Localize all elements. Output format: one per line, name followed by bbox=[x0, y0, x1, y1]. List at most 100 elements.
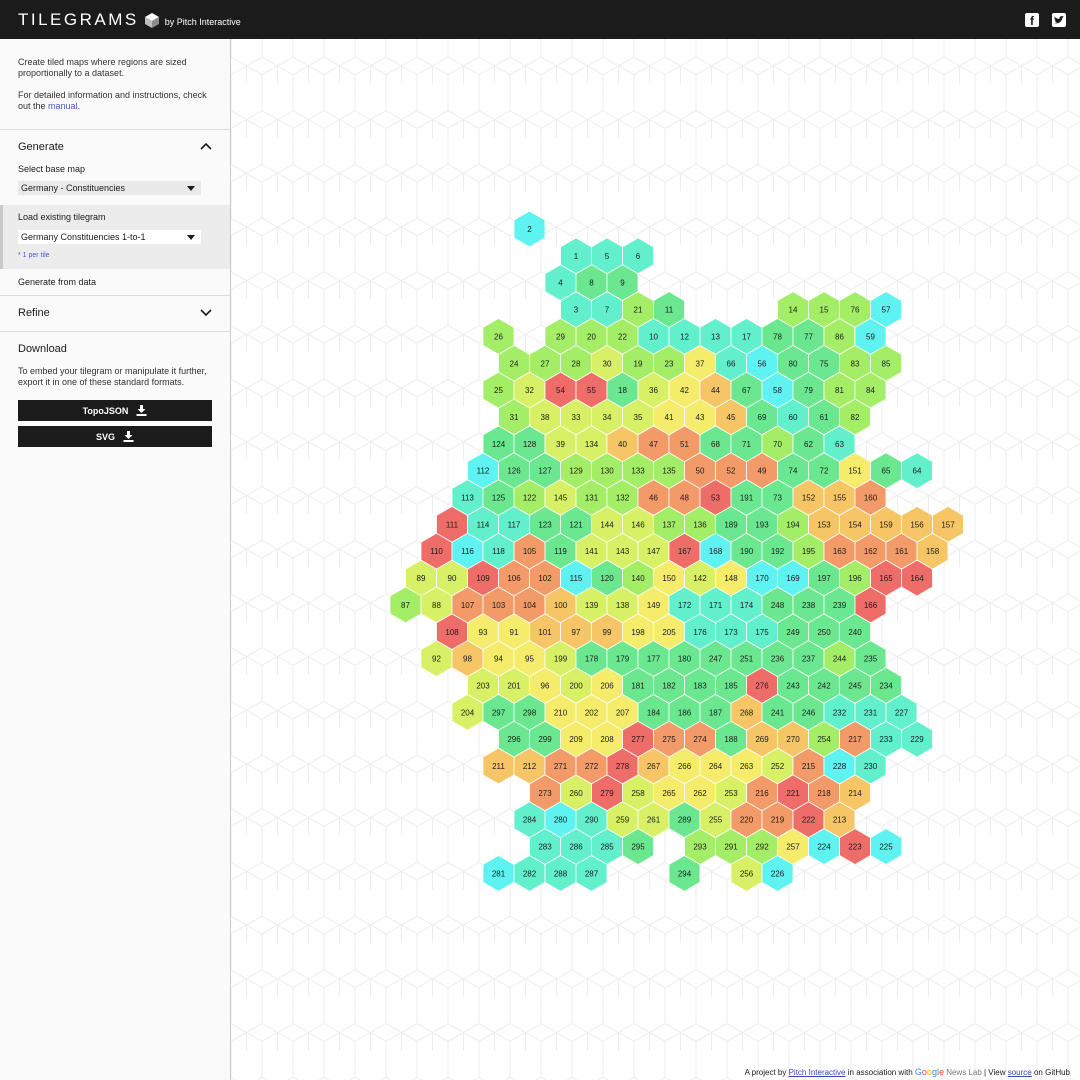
map-canvas[interactable]: 2 1 5 6 4 8 9 3 7 21 11 14 15 76 57 26 29 20 22 10 12 13 17 78 7… bbox=[231, 39, 1080, 1080]
tilegram-map[interactable]: 21 5 64 8 93 7 21 11 14 15 76 5726 29 20 22 10 12 13 17 78 7… bbox=[231, 39, 1080, 1080]
hex-label: 229 bbox=[910, 735, 924, 744]
hex-label: 142 bbox=[693, 574, 707, 583]
hex-label: 60 bbox=[789, 413, 798, 422]
facebook-icon[interactable]: f bbox=[1025, 13, 1039, 27]
hex-label: 5 bbox=[605, 252, 610, 261]
hex-label: 224 bbox=[817, 843, 831, 852]
hex-label: 267 bbox=[647, 762, 661, 771]
hex-label: 78 bbox=[773, 332, 782, 341]
hex-label: 287 bbox=[585, 869, 599, 878]
hex-label: 242 bbox=[817, 681, 831, 690]
hex-label: 131 bbox=[585, 494, 599, 503]
hex-label: 182 bbox=[662, 681, 676, 690]
hex-label: 275 bbox=[662, 735, 676, 744]
google-logo: Google bbox=[914, 1067, 944, 1077]
hex-label: 54 bbox=[556, 386, 565, 395]
hex-label: 73 bbox=[773, 494, 782, 503]
generate-section-title[interactable]: Generate bbox=[18, 141, 64, 153]
hex-label: 201 bbox=[507, 681, 521, 690]
hex-label: 27 bbox=[541, 359, 550, 368]
hex-label: 257 bbox=[786, 843, 800, 852]
hex-label: 15 bbox=[820, 306, 829, 315]
hex-label: 208 bbox=[600, 735, 614, 744]
topojson-download-button[interactable]: TopoJSON bbox=[18, 400, 212, 421]
base-map-select[interactable]: Germany - Constituencies bbox=[18, 181, 201, 195]
chevron-up-icon[interactable] bbox=[200, 142, 212, 150]
load-tilegram-label: Load existing tilegram bbox=[18, 212, 106, 222]
hex-label: 238 bbox=[802, 601, 816, 610]
hex-label: 157 bbox=[941, 520, 955, 529]
hex-label: 150 bbox=[662, 574, 676, 583]
hex-label: 246 bbox=[802, 708, 816, 717]
generate-from-data-option[interactable]: Generate from data bbox=[18, 277, 96, 287]
svg-download-button[interactable]: SVG bbox=[18, 426, 212, 447]
hex-label: 43 bbox=[696, 413, 705, 422]
hex-label: 170 bbox=[755, 574, 769, 583]
load-tilegram-select[interactable]: Germany Constituencies 1-to-1 bbox=[18, 230, 201, 244]
hex-label: 284 bbox=[523, 816, 537, 825]
chevron-down-icon[interactable] bbox=[200, 309, 212, 317]
manual-link[interactable]: manual bbox=[48, 101, 78, 111]
hex-label: 215 bbox=[802, 762, 816, 771]
hex-label: 196 bbox=[848, 574, 862, 583]
download-icon bbox=[136, 405, 147, 416]
hex-label: 11 bbox=[665, 306, 674, 315]
hex-label: 111 bbox=[446, 520, 459, 529]
hex-label: 280 bbox=[554, 816, 568, 825]
hex-label: 136 bbox=[693, 520, 707, 529]
hex-label: 232 bbox=[833, 708, 847, 717]
hex-label: 247 bbox=[709, 655, 723, 664]
logo[interactable]: TILEGRAMS by Pitch Interactive bbox=[18, 10, 241, 30]
hex-label: 259 bbox=[616, 816, 630, 825]
hex-label: 166 bbox=[864, 601, 878, 610]
hex-label: 89 bbox=[417, 574, 426, 583]
hex-label: 278 bbox=[616, 762, 630, 771]
hex-label: 96 bbox=[541, 681, 550, 690]
hex-label: 114 bbox=[477, 520, 490, 529]
hex-label: 72 bbox=[820, 467, 829, 476]
hex-label: 121 bbox=[569, 520, 583, 529]
hex-label: 4 bbox=[558, 279, 563, 288]
hex-label: 36 bbox=[649, 386, 658, 395]
twitter-icon[interactable] bbox=[1052, 13, 1066, 27]
pitch-interactive-link[interactable]: Pitch Interactive bbox=[789, 1068, 846, 1077]
hex-label: 74 bbox=[789, 467, 798, 476]
hex-label: 299 bbox=[538, 735, 552, 744]
hex-label: 108 bbox=[445, 628, 459, 637]
source-link[interactable]: source bbox=[1008, 1068, 1032, 1077]
hex-label: 110 bbox=[430, 547, 443, 556]
hex-label: 249 bbox=[786, 628, 800, 637]
hex-label: 100 bbox=[554, 601, 568, 610]
hex-label: 81 bbox=[835, 386, 844, 395]
hex-label: 296 bbox=[507, 735, 521, 744]
hex-label: 185 bbox=[724, 681, 738, 690]
hex-label: 288 bbox=[554, 869, 568, 878]
hex-label: 207 bbox=[616, 708, 630, 717]
hex-label: 104 bbox=[523, 601, 537, 610]
hex-label: 40 bbox=[618, 440, 627, 449]
hex-label: 220 bbox=[740, 816, 754, 825]
hex-label: 266 bbox=[678, 762, 692, 771]
refine-section-title[interactable]: Refine bbox=[18, 307, 50, 319]
hex-label: 19 bbox=[634, 359, 643, 368]
hex-label: 143 bbox=[616, 547, 630, 556]
hex-label: 61 bbox=[820, 413, 829, 422]
caret-down-icon bbox=[187, 235, 195, 240]
base-map-value: Germany - Constituencies bbox=[21, 183, 126, 193]
hex-label: 281 bbox=[492, 869, 506, 878]
hex-label: 236 bbox=[771, 655, 785, 664]
hex-label: 197 bbox=[817, 574, 831, 583]
hex-label: 34 bbox=[603, 413, 612, 422]
hex-label: 133 bbox=[631, 467, 645, 476]
sidebar: Create tiled maps where regions are size… bbox=[0, 39, 231, 1080]
hex-label: 169 bbox=[786, 574, 800, 583]
hex-label: 97 bbox=[572, 628, 581, 637]
divider bbox=[0, 129, 230, 130]
hex-label: 160 bbox=[864, 494, 878, 503]
hex-label: 53 bbox=[711, 494, 720, 503]
hex-label: 137 bbox=[662, 520, 676, 529]
hex-label: 62 bbox=[804, 440, 813, 449]
hex-label: 156 bbox=[910, 520, 924, 529]
hex-label: 268 bbox=[740, 708, 754, 717]
hex-label: 59 bbox=[866, 332, 875, 341]
